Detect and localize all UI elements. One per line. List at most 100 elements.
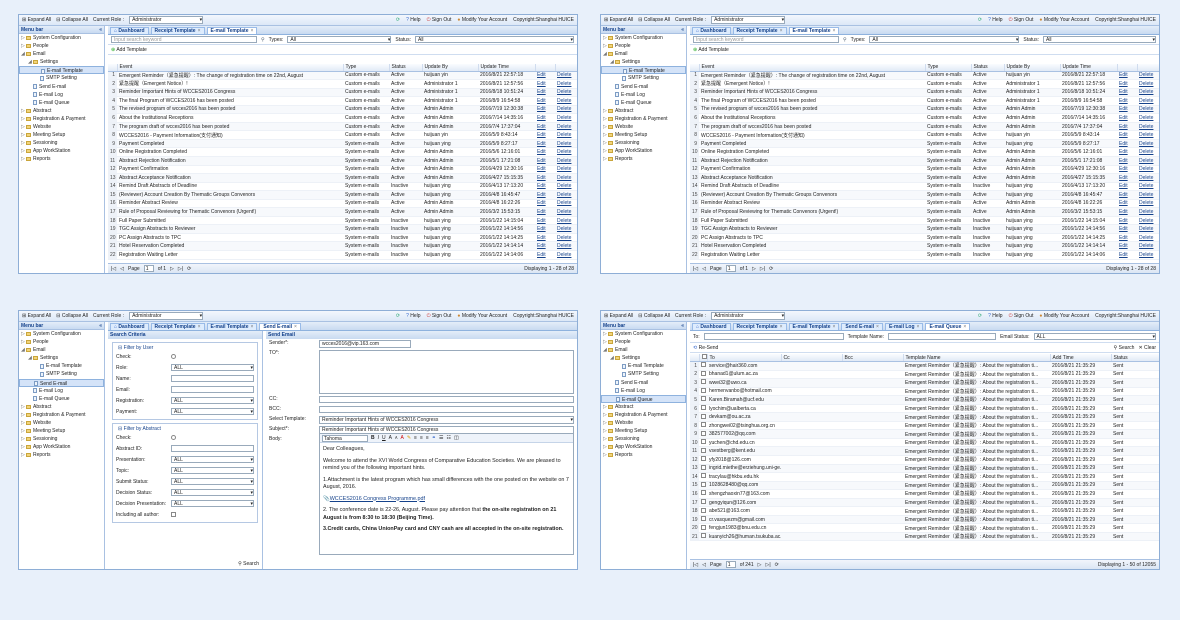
table-row[interactable]: 16 Reminder Abstract Review System e-mails… bbox=[108, 199, 577, 209]
delete-link[interactable]: Delete bbox=[1137, 199, 1159, 209]
menu-item[interactable]: E-mail Template bbox=[601, 66, 686, 75]
edit-link[interactable]: Edit bbox=[535, 147, 555, 157]
row-checkbox[interactable] bbox=[699, 455, 707, 465]
delete-link[interactable]: Delete bbox=[555, 147, 577, 157]
modify-account-link[interactable]: ● Modify Your Account bbox=[457, 313, 507, 319]
table-row[interactable]: 6 lyochim@ualberta.ca Emergent Reminder（… bbox=[690, 404, 1159, 414]
menu-item[interactable]: ▷ Sessioning bbox=[19, 139, 104, 147]
delete-link[interactable]: Delete bbox=[555, 190, 577, 200]
row-checkbox[interactable] bbox=[699, 395, 707, 405]
close-icon[interactable]: × bbox=[780, 28, 783, 34]
edit-link[interactable]: Edit bbox=[535, 233, 555, 243]
menu-item[interactable]: ▷ Website bbox=[601, 419, 686, 427]
filter-abstract-legend[interactable]: ⊟ Filter by Abstract bbox=[116, 426, 163, 432]
criteria-select[interactable]: ALL ▾ bbox=[171, 408, 254, 415]
delete-link[interactable]: Delete bbox=[1137, 216, 1159, 226]
delete-link[interactable]: Delete bbox=[555, 216, 577, 226]
close-icon[interactable]: × bbox=[963, 324, 966, 330]
expand-all-button[interactable]: ⊞ Expand All bbox=[22, 17, 51, 23]
edit-link[interactable]: Edit bbox=[1117, 105, 1137, 115]
tab-email_template[interactable]: E-mail Template × bbox=[206, 323, 258, 330]
collapse-all-button[interactable]: ⊟ Collapse All bbox=[638, 17, 670, 23]
edit-link[interactable]: Edit bbox=[1117, 216, 1137, 226]
delete-link[interactable]: Delete bbox=[555, 139, 577, 149]
table-row[interactable]: 3 wwei32@uwo.ca Emergent Reminder（紧急提醒）:… bbox=[690, 378, 1159, 388]
template-select[interactable]: Reminder Important Hints of WCCES2016 Co… bbox=[319, 416, 574, 424]
menu-item[interactable]: E-mail Log bbox=[19, 387, 104, 395]
column-header[interactable]: Status bbox=[389, 64, 423, 72]
table-row[interactable]: 13 ingrid.miethe@erziehung.uni-ge... Eme… bbox=[690, 464, 1159, 474]
delete-link[interactable]: Delete bbox=[1137, 224, 1159, 234]
menu-item[interactable]: ▷ Reports bbox=[601, 155, 686, 163]
table-row[interactable]: 2 bhanad1@ulum.ac.za Emergent Reminder（紧… bbox=[690, 370, 1159, 380]
menu-item[interactable]: ▷ Meeting Setup bbox=[19, 427, 104, 435]
menu-item[interactable]: ◢ Email bbox=[19, 50, 104, 58]
font-select[interactable]: Tahoma bbox=[322, 434, 368, 442]
delete-link[interactable]: Delete bbox=[1137, 130, 1159, 140]
menu-item[interactable]: ▷ System Configuration bbox=[601, 330, 686, 338]
menu-item[interactable]: ▷ Website bbox=[601, 123, 686, 131]
types-select[interactable]: All ▾ bbox=[869, 36, 1020, 43]
delete-link[interactable]: Delete bbox=[555, 122, 577, 132]
table-row[interactable]: 10 Online Registration Completed System e-… bbox=[690, 147, 1159, 157]
table-row[interactable]: 5 The revised program of wcces2016 has be… bbox=[108, 105, 577, 115]
table-row[interactable]: 8 WCCES2016 - Payment Information(支付通知) Cu… bbox=[690, 130, 1159, 140]
criteria-input[interactable] bbox=[171, 445, 254, 452]
role-select[interactable]: Administrator ▾ bbox=[129, 312, 204, 320]
collapse-all-button[interactable]: ⊟ Collapse All bbox=[56, 17, 88, 23]
menu-item[interactable]: ▷ Abstract bbox=[601, 107, 686, 115]
menu-item[interactable]: ◢ Email bbox=[601, 50, 686, 58]
expand-all-button[interactable]: ⊞ Expand All bbox=[604, 17, 633, 23]
delete-link[interactable]: Delete bbox=[1137, 250, 1159, 260]
edit-link[interactable]: Edit bbox=[535, 96, 555, 106]
collapse-all-button[interactable]: ⊟ Collapse All bbox=[56, 313, 88, 319]
criteria-select[interactable]: ALL ▾ bbox=[171, 478, 254, 485]
table-row[interactable]: 13 Abstract Acceptance Notification System… bbox=[108, 173, 577, 183]
status-select[interactable]: All ▾ bbox=[414, 36, 574, 43]
table-row[interactable]: 21 Hotel Reservation Completed System e-ma… bbox=[108, 241, 577, 251]
edit-link[interactable]: Edit bbox=[1117, 130, 1137, 140]
check-radio[interactable] bbox=[171, 435, 176, 440]
table-row[interactable]: 1 service@hair360.com Emergent Reminder（… bbox=[690, 361, 1159, 371]
menu-item[interactable]: ▷ People bbox=[19, 338, 104, 346]
table-row[interactable]: 22 Registration Waiting Letter System e-ma… bbox=[690, 250, 1159, 260]
to-field[interactable] bbox=[319, 350, 574, 394]
table-row[interactable]: 8 WCCES2016 - Payment Information(支付通知) Cu… bbox=[108, 130, 577, 140]
bold-icon[interactable]: B bbox=[371, 435, 375, 441]
edit-link[interactable]: Edit bbox=[535, 199, 555, 209]
delete-link[interactable]: Delete bbox=[1137, 113, 1159, 123]
delete-link[interactable]: Delete bbox=[1137, 71, 1159, 81]
menu-item[interactable]: ▷ Sessioning bbox=[601, 435, 686, 443]
next-page-icon[interactable]: ▷ bbox=[758, 562, 762, 568]
delete-link[interactable]: Delete bbox=[555, 241, 577, 251]
delete-link[interactable]: Delete bbox=[555, 79, 577, 89]
table-row[interactable]: 21 Hotel Reservation Completed System e-ma… bbox=[690, 241, 1159, 251]
table-row[interactable]: 2 紧急提醒（Emergent Notice）! Custom e-mails Act… bbox=[108, 79, 577, 89]
menu-item[interactable]: ▷ Sessioning bbox=[601, 139, 686, 147]
menu-item[interactable]: ▷ Meeting Setup bbox=[601, 427, 686, 435]
table-row[interactable]: 4 hermenvanbo@hotmail.com Emergent Remin… bbox=[690, 387, 1159, 397]
table-row[interactable]: 15 (Reviewer) Account Creation By Themati… bbox=[108, 190, 577, 200]
menu-item[interactable]: E-mail Template bbox=[19, 362, 104, 370]
prev-page-icon[interactable]: ◁ bbox=[702, 562, 706, 568]
row-checkbox[interactable] bbox=[699, 387, 707, 397]
edit-link[interactable]: Edit bbox=[535, 182, 555, 192]
link-icon[interactable]: ⚭ bbox=[432, 435, 436, 441]
menu-item[interactable]: ▷ Reports bbox=[19, 155, 104, 163]
column-header[interactable]: Type bbox=[343, 64, 390, 72]
table-row[interactable]: 18 abe521@163.com Emergent Reminder（紧急提醒… bbox=[690, 506, 1159, 516]
menu-item[interactable]: ▷ Registration & Payment bbox=[601, 115, 686, 123]
table-row[interactable]: 19 cr.vasquezm@gmail.com Emergent Remind… bbox=[690, 515, 1159, 525]
table-row[interactable]: 1 Emergent Reminder（紧急提醒）: The change of … bbox=[108, 71, 577, 81]
underline-icon[interactable]: U bbox=[382, 435, 386, 441]
tab-receipt[interactable]: Receipt Template × bbox=[732, 323, 787, 330]
refresh-icon[interactable]: ⟳ bbox=[396, 17, 400, 23]
edit-link[interactable]: Edit bbox=[1117, 71, 1137, 81]
next-page-icon[interactable]: ▷ bbox=[170, 266, 174, 272]
delete-link[interactable]: Delete bbox=[555, 207, 577, 217]
close-icon[interactable]: × bbox=[250, 324, 253, 330]
menu-item[interactable]: ▷ People bbox=[19, 42, 104, 50]
tab-receipt[interactable]: Receipt Template × bbox=[150, 27, 205, 34]
row-checkbox[interactable] bbox=[699, 446, 707, 456]
delete-link[interactable]: Delete bbox=[1137, 173, 1159, 183]
